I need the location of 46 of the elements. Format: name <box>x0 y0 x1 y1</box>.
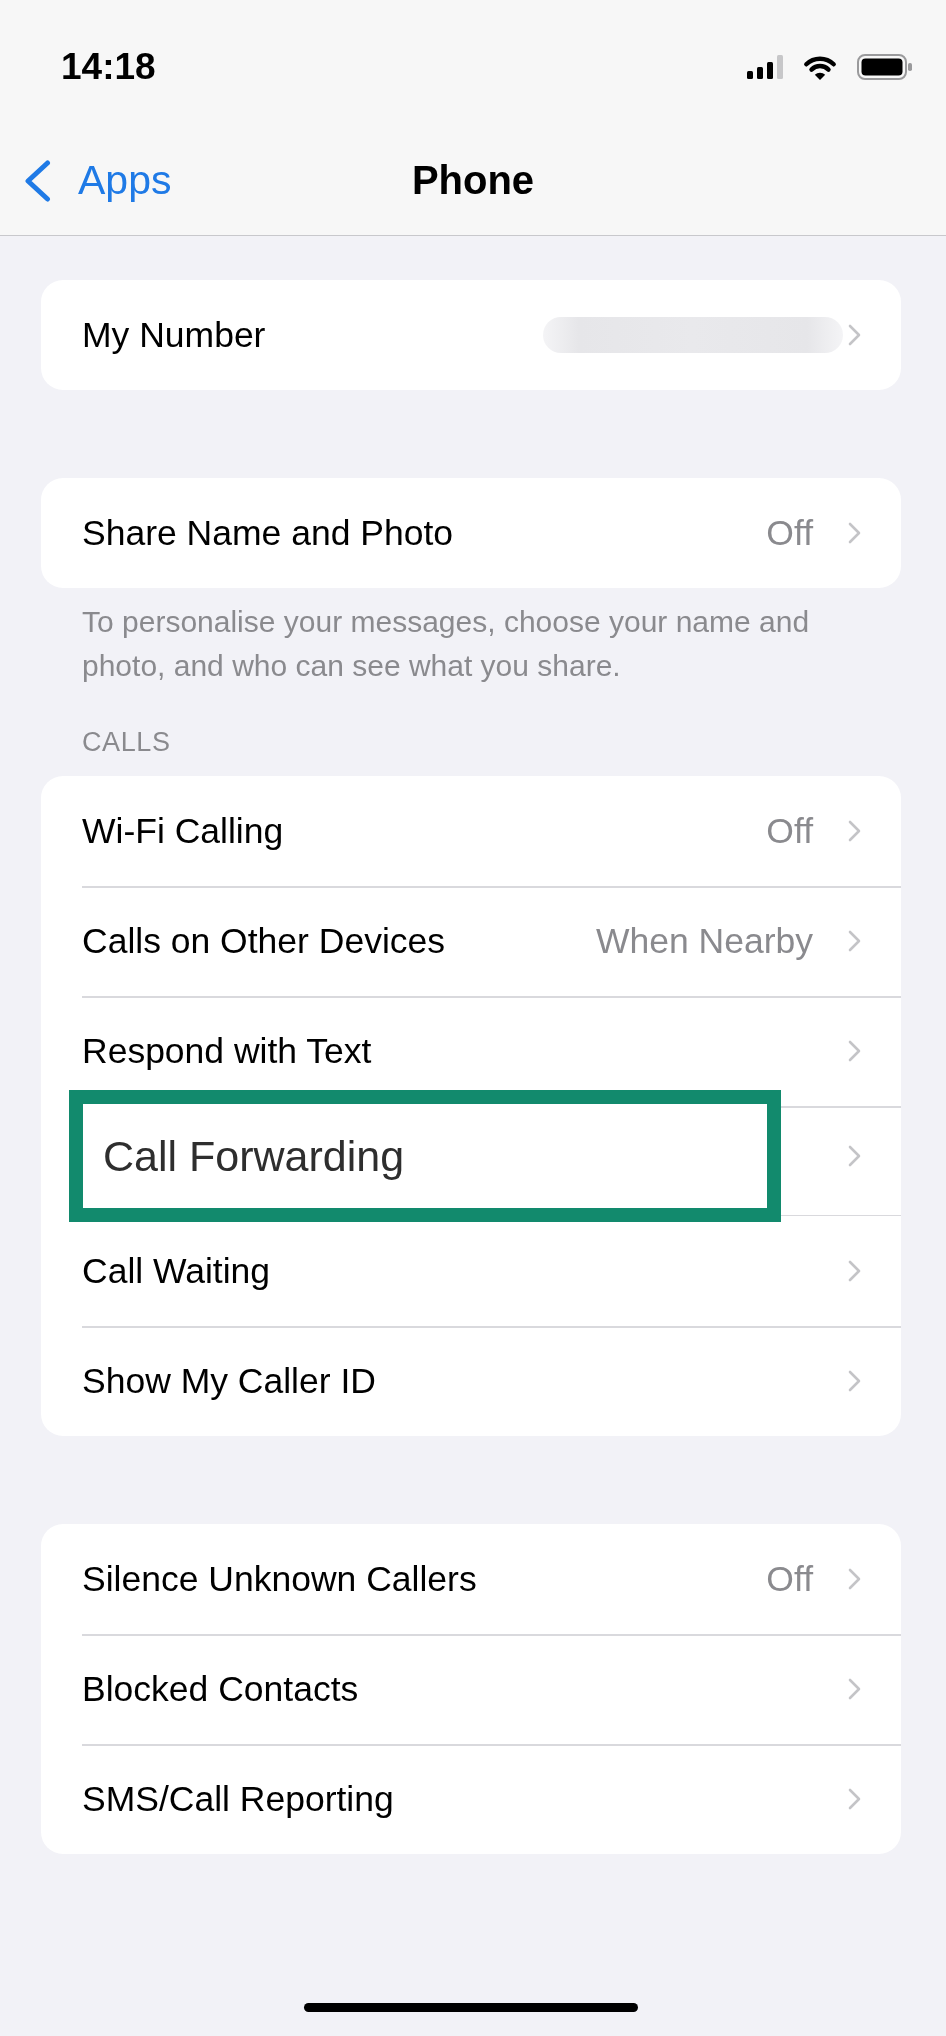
settings-row[interactable]: Blocked Contacts <box>41 1634 901 1744</box>
row-label: Call Forwarding <box>103 1131 405 1181</box>
chevron-icon <box>848 1145 861 1167</box>
chevron-icon <box>848 1788 861 1810</box>
row-value: Off <box>766 810 813 852</box>
row-label: Wi-Fi Calling <box>82 810 284 852</box>
settings-row[interactable]: My Number <box>41 280 901 390</box>
row-label: Show My Caller ID <box>82 1360 376 1402</box>
chevron-icon <box>848 820 861 842</box>
chevron-icon <box>848 1568 861 1590</box>
row-value: Off <box>766 1558 813 1600</box>
status-time: 14:18 <box>61 46 156 88</box>
row-label: My Number <box>82 314 266 356</box>
signal-icon <box>747 55 783 79</box>
settings-row[interactable]: Calls on Other Devices When Nearby <box>41 886 901 996</box>
chevron-icon <box>848 930 861 952</box>
screen-title: Phone <box>411 158 535 203</box>
chevron-icon <box>848 324 861 346</box>
row-value: When Nearby <box>595 920 813 962</box>
settings-row[interactable]: Wi-Fi Calling Off <box>41 776 901 886</box>
row-label: Calls on Other Devices <box>82 920 446 962</box>
battery-icon <box>857 54 912 80</box>
section-footer-text: To personalise your messages, choose your name and photo, and who can see what you share. <box>81 604 811 684</box>
chevron-icon <box>848 1370 861 1392</box>
row-label: Call Waiting <box>82 1250 271 1292</box>
chevron-icon <box>848 1260 861 1282</box>
chevron-icon <box>848 1040 861 1062</box>
row-label: Silence Unknown Callers <box>82 1558 477 1600</box>
row-label: Respond with Text <box>82 1030 372 1072</box>
row-label: SMS/Call Reporting <box>82 1778 394 1820</box>
settings-row[interactable]: Call Waiting <box>41 1222 901 1326</box>
wifi-icon <box>803 54 837 80</box>
row-label: Blocked Contacts <box>82 1668 359 1710</box>
chevron-icon <box>848 522 861 544</box>
chevron-icon <box>848 1678 861 1700</box>
row-value: Off <box>766 512 813 554</box>
section-header: CALLS <box>81 726 172 758</box>
back-button[interactable]: Apps <box>23 157 172 204</box>
settings-row[interactable]: Call Forwarding <box>41 1090 901 1222</box>
settings-row[interactable]: Respond with Text <box>41 996 901 1090</box>
settings-row[interactable]: Silence Unknown Callers Off <box>41 1524 901 1634</box>
settings-row[interactable]: Share Name and Photo Off <box>41 478 901 588</box>
settings-row[interactable]: Show My Caller ID <box>41 1326 901 1436</box>
settings-row[interactable]: SMS/Call Reporting <box>41 1744 901 1854</box>
row-label: Share Name and Photo <box>82 512 454 554</box>
back-chevron-icon <box>23 159 51 202</box>
